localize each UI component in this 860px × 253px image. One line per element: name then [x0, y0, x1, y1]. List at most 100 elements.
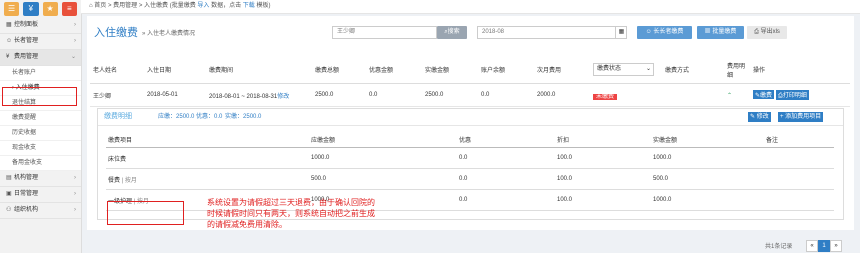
batch-payment-button[interactable]: ▦ 批量缴费	[697, 26, 744, 39]
fees-table: 老人姓名 入住日期 缴费期间 缴费总额 优惠金额 实缴金额 账户余额 次月费用 …	[90, 56, 850, 107]
breadcrumb-sep: >	[107, 3, 112, 9]
col-balance: 账户余额	[478, 56, 534, 84]
building-icon: ▤	[6, 175, 12, 181]
sidebar: ☰ ¥ ★ ≡ ▦ 控制面板 › ☺ 长者管理 › ¥ 费用管理 ⌄ 长者账户 › 入住缴费…	[0, 0, 82, 253]
elder-payment-button[interactable]: ☺ 长长者缴费	[637, 26, 692, 39]
add-fee-item-button[interactable]: + 添加费用项目	[778, 112, 824, 122]
search-button[interactable]: ⌕搜索	[437, 26, 467, 39]
cell-paid: 2500.0	[422, 83, 478, 107]
breadcrumb: ⌂ 首页 > 费用管理 > 入住缴费 (批量缴费 导入 数据，点击 下载 模板)	[81, 0, 860, 14]
detail-title: 缴费明细	[104, 113, 132, 120]
col-date: 入住日期	[144, 56, 206, 84]
cell-item: 餐费 | 按月	[106, 168, 309, 190]
list-icon[interactable]: ≡	[61, 2, 77, 16]
star-icon[interactable]: ★	[42, 2, 58, 16]
sum-paid-value: 2500.0	[243, 114, 262, 120]
sidebar-sub-accounts[interactable]: 长者账户	[0, 66, 81, 81]
main-panel: 入住缴费 » 入住老人缴费情况 王少卿 ⌕搜索 2018-08 ▦ ☺ 长长者缴…	[87, 16, 854, 230]
cell-total: 2500.0	[312, 83, 366, 107]
calendar-icon[interactable]: ▦	[615, 26, 627, 39]
breadcrumb-note: (批量缴费	[169, 3, 196, 9]
col-status[interactable]: 缴费状态 ⌄	[590, 56, 662, 84]
chevron-right-icon: ›	[74, 22, 76, 28]
elder-payment-label: 长长者缴费	[653, 29, 684, 35]
sidebar-item-structure[interactable]: ⚇ 组织机构 ›	[0, 203, 81, 219]
status-badge: 未缴费	[593, 93, 618, 100]
cell-rate: 100.0	[555, 147, 651, 169]
sidebar-item-label: 组织机构	[14, 207, 39, 213]
status-select-value: 缴费状态	[597, 66, 622, 72]
sidebar-item-daily[interactable]: ▣ 日常管理 ›	[0, 187, 81, 203]
chevron-right-icon: ›	[74, 207, 76, 213]
cell-rate: 100.0	[555, 189, 651, 211]
breadcrumb-fees[interactable]: 费用管理	[113, 3, 137, 9]
chevron-up-icon[interactable]: ⌃	[727, 93, 732, 99]
sidebar-item-label: 日常管理	[14, 191, 39, 197]
sidebar-sub-reserve[interactable]: 备用金收支	[0, 156, 81, 171]
period-text: 2018-08-01 ~ 2018-08-31	[209, 93, 278, 100]
cell-discount: 0.0	[457, 168, 555, 190]
money-icon: ¥	[6, 54, 10, 60]
download-link[interactable]: 下载	[243, 3, 255, 9]
cell-discount: 0.0	[366, 83, 422, 107]
search-input[interactable]: 王少卿	[332, 26, 437, 39]
cell-note	[764, 189, 834, 211]
sidebar-toolbar: ☰ ¥ ★ ≡	[0, 0, 81, 18]
home-icon[interactable]: ⌂	[89, 3, 93, 9]
edit-period-link[interactable]: 修改	[277, 94, 289, 100]
cell-method	[662, 83, 724, 107]
cell-due: 500.0	[309, 168, 457, 190]
detail-header: 缴费明细 应缴：2500.0 优惠：0.0 实缴：2500.0 ✎ 修改 + 添…	[98, 109, 843, 126]
sum-paid: 实缴：2500.0	[225, 109, 261, 125]
item-name: 床位费	[108, 156, 127, 163]
sidebar-item-label: 费用管理	[14, 54, 39, 60]
sum-discount-label: 优惠：	[196, 114, 215, 120]
export-xls-button[interactable]: ⎙ 导出xls	[747, 26, 787, 39]
sidebar-sub-reminder[interactable]: 缴费提醒	[0, 111, 81, 126]
detail-col-paid: 实缴金额	[651, 131, 764, 148]
sidebar-item-org[interactable]: ▤ 机构管理 ›	[0, 171, 81, 187]
cell-date: 2018-05-01	[144, 83, 206, 107]
finance-icon[interactable]: ¥	[23, 2, 39, 16]
cell-next: 2000.0	[534, 83, 590, 107]
sidebar-item-elders[interactable]: ☺ 长者管理 ›	[0, 34, 81, 50]
page-subtitle: » 入住老人缴费情况	[142, 31, 196, 37]
sidebar-item-dashboard[interactable]: ▦ 控制面板 ›	[0, 18, 81, 34]
month-input[interactable]: 2018-08	[477, 26, 627, 39]
print-detail-button[interactable]: ⎙打印明细	[776, 90, 809, 100]
pager-page-1[interactable]: 1	[818, 240, 830, 252]
cell-status: 未缴费	[590, 83, 662, 107]
detail-col-item: 缴费项目	[106, 131, 309, 148]
import-link[interactable]: 导入	[197, 3, 209, 9]
item-name: 餐费	[108, 177, 121, 184]
pager-next[interactable]: »	[830, 240, 842, 252]
sidebar-sub-receipts[interactable]: 历史收据	[0, 126, 81, 141]
sum-discount-value: 0.0	[214, 114, 223, 120]
sidebar-item-label: 控制面板	[14, 22, 39, 28]
menu-icon[interactable]: ☰	[4, 2, 20, 16]
batch-payment-label: 批量缴费	[712, 29, 737, 35]
export-label: 导出xls	[760, 29, 780, 35]
breadcrumb-current: 入住缴费	[144, 3, 169, 9]
sidebar-item-fees[interactable]: ¥ 费用管理 ⌄	[0, 50, 81, 66]
col-total: 缴费总额	[312, 56, 366, 84]
status-select[interactable]: 缴费状态 ⌄	[593, 63, 654, 76]
pay-button[interactable]: ✎缴费	[753, 90, 775, 99]
edit-detail-button[interactable]: ✎ 修改	[748, 112, 771, 122]
edit-detail-label: 修改	[756, 114, 769, 120]
user-icon: ☺	[6, 38, 13, 44]
cell-note	[764, 168, 834, 190]
pager-prev[interactable]: «	[806, 240, 818, 252]
breadcrumb-home[interactable]: 首页	[94, 3, 106, 9]
table-row: 床位费 1000.0 0.0 100.0 1000.0	[106, 147, 834, 169]
cell-name: 王少卿	[90, 83, 144, 107]
cell-paid: 1000.0	[651, 189, 764, 211]
annotation-text: 系统设置为请假超过三天退费，由于确认回院的时候请假时间只有两天，则系统自动把之前…	[207, 198, 375, 229]
item-tag-text: 按月	[124, 177, 137, 184]
cell-detail: ⌃	[724, 83, 750, 107]
table-row: 餐费 | 按月 500.0 0.0 100.0 500.0	[106, 168, 834, 190]
dashboard-icon: ▦	[6, 22, 12, 28]
detail-col-rate: 折扣	[555, 131, 651, 148]
sidebar-sub-cash[interactable]: 现金收支	[0, 141, 81, 156]
item-tag: | 按月	[121, 177, 137, 184]
